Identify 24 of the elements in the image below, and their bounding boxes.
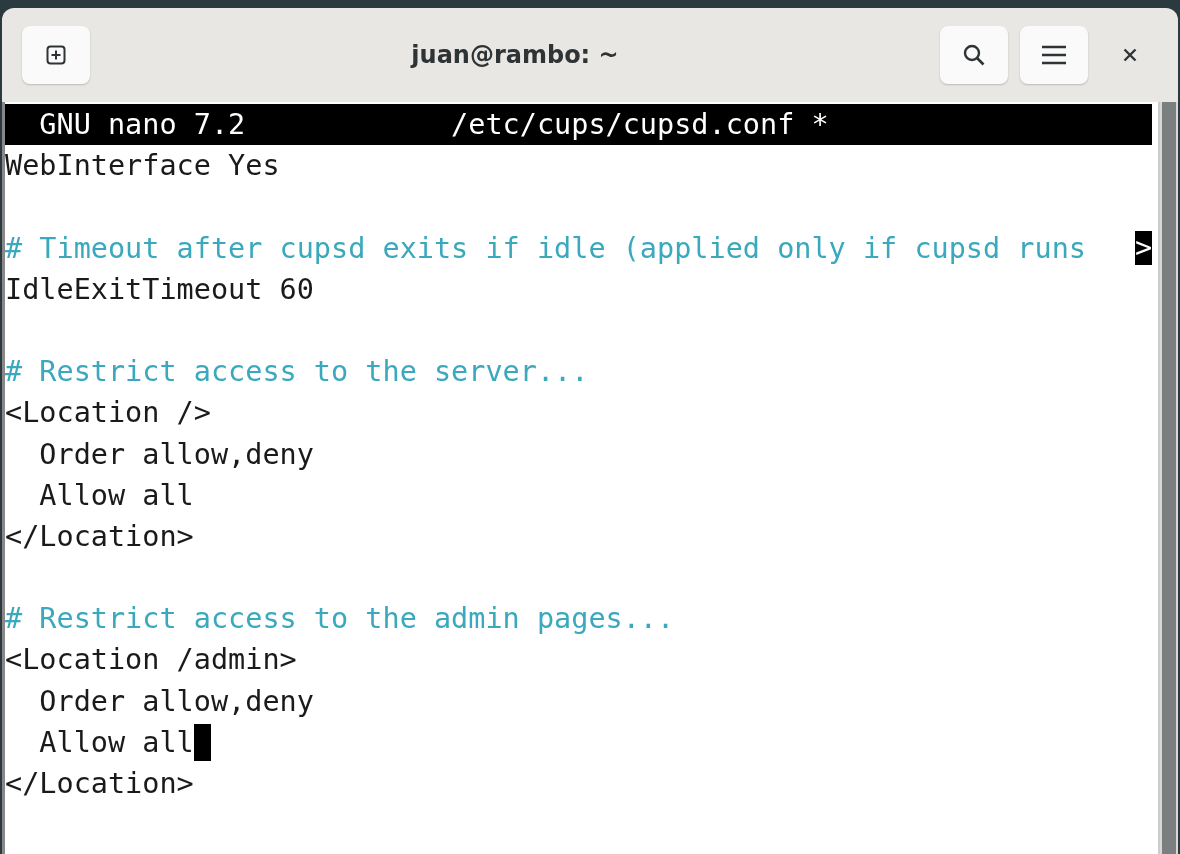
editor-line: </Location>	[5, 766, 194, 802]
menu-icon	[1041, 45, 1067, 65]
editor-line: Allow all	[38, 724, 194, 761]
editor-line: </Location>	[5, 518, 194, 555]
editor-line: Order allow,deny	[38, 683, 314, 720]
search-icon	[962, 43, 986, 67]
editor-line: # Restrict access to the server...	[5, 354, 589, 391]
editor-line: <Location />	[5, 395, 211, 432]
close-icon	[1123, 48, 1137, 62]
window-title: juan@rambo: ~	[409, 41, 620, 69]
menu-button[interactable]	[1020, 26, 1088, 84]
plus-square-icon	[46, 45, 66, 65]
editor-line: Order allow,deny	[38, 436, 314, 473]
editor-line: <Location /admin>	[5, 642, 297, 679]
search-button[interactable]	[940, 26, 1008, 84]
scrollbar[interactable]	[1158, 102, 1178, 854]
editor-line: WebInterface Yes	[5, 148, 280, 185]
line-overflow-marker: >	[1135, 231, 1152, 266]
editor-line: IdleExitTimeout 60	[5, 271, 314, 308]
nano-title-bar: GNU nano 7.2 /etc/cups/cupsd.conf *	[5, 104, 1152, 146]
editor-line: # Restrict access to the admin pages...	[5, 601, 675, 638]
editor-line: Allow all	[38, 477, 194, 514]
editor-line: # Timeout after cupsd exits if idle (applied only if cupsd runs	[5, 230, 1087, 267]
new-tab-button[interactable]	[22, 26, 90, 84]
